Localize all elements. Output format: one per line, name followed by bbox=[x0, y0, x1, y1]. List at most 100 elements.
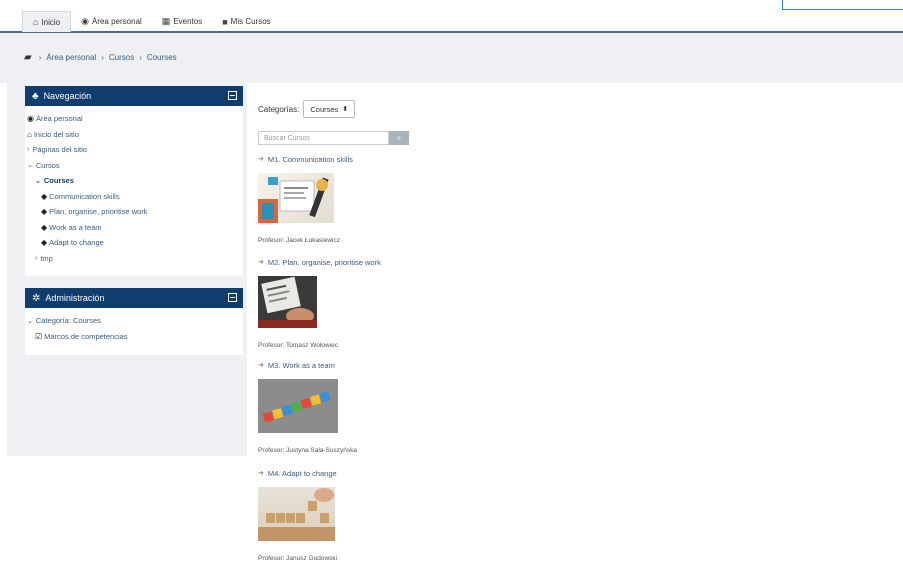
nav-tree-item-tmp[interactable]: › tmp bbox=[27, 251, 243, 267]
breadcrumb-separator: › bbox=[38, 53, 42, 62]
chevron-down-icon: ⌄ bbox=[27, 162, 33, 170]
nav-tree-item-inicio-del-sitio[interactable]: ⌂ Inicio del sitio bbox=[27, 127, 243, 143]
nav-tree-item-work-as-a-team[interactable]: ◆ Work as a team bbox=[27, 220, 243, 236]
navigation-block: ♣ Navegación ◉ Área personal ⌂ Inicio de… bbox=[25, 86, 243, 276]
administration-block-header: ✲ Administración bbox=[25, 288, 243, 308]
course-title-text: M4. Adapt to change bbox=[267, 468, 337, 478]
nav-tree-label: Plan, organise, prioritise work bbox=[49, 207, 148, 217]
breadcrumb-separator: › bbox=[101, 53, 104, 62]
dashboard-icon: ◉ bbox=[81, 16, 89, 26]
nav-tree-item-cursos[interactable]: ⌄ Cursos bbox=[27, 158, 243, 174]
nav-item-inicio[interactable]: ⌂ Inicio bbox=[22, 11, 72, 32]
collapse-icon[interactable] bbox=[228, 293, 237, 302]
graduation-cap-icon: ◆ bbox=[41, 238, 48, 248]
course-arrow-icon: ➜ bbox=[258, 470, 264, 477]
graduation-cap-icon: ◆ bbox=[41, 207, 48, 217]
navigation-block-header: ♣ Navegación bbox=[25, 86, 243, 106]
course-title-text: M1. Communication skills bbox=[267, 154, 353, 164]
nav-tree-label: Courses bbox=[43, 176, 74, 186]
top-navbar: ⌂ Inicio ◉ Área personal ▦ Eventos ■ Mis… bbox=[0, 0, 903, 33]
nav-tree-label: Work as a team bbox=[49, 222, 102, 232]
page-header: ▰ › Área personal › Cursos › Courses bbox=[0, 33, 903, 83]
course-image-graphic bbox=[262, 391, 331, 423]
course-title[interactable]: ➜ M2. Plan, organise, prioritise work bbox=[258, 256, 381, 268]
dashboard-icon: ◉ bbox=[27, 114, 34, 124]
course-image-graphic bbox=[258, 177, 329, 223]
course-image[interactable] bbox=[258, 487, 335, 541]
chevron-down-icon: ⌄ bbox=[35, 177, 41, 185]
chevron-right-icon: › bbox=[27, 146, 30, 154]
navigation-tree: ◉ Área personal ⌂ Inicio del sitio › Pág… bbox=[25, 106, 243, 272]
course-teacher: Profesor: Tomasz Wołowiec bbox=[258, 342, 338, 349]
collapse-icon[interactable] bbox=[228, 91, 237, 100]
nav-item-area-personal[interactable]: ◉ Área personal bbox=[71, 12, 152, 32]
calendar-icon: ▦ bbox=[161, 16, 171, 26]
nav-tree-label: Páginas del sitio bbox=[32, 145, 87, 155]
nav-tree-item-plan-organise[interactable]: ◆ Plan, organise, prioritise work bbox=[27, 204, 243, 220]
nav-item-label: Eventos bbox=[173, 17, 203, 26]
admin-item-marcos-de-competencias[interactable]: ☑ Marcos de competencias bbox=[27, 329, 243, 345]
course-title-text: M3. Work as a team bbox=[267, 360, 335, 370]
course-search: Buscar Cursos » bbox=[258, 131, 409, 145]
graduation-cap-icon: ◆ bbox=[41, 191, 48, 201]
breadcrumb-item-courses[interactable]: Courses bbox=[147, 53, 177, 62]
course-arrow-icon: ➜ bbox=[258, 362, 264, 369]
select-arrows-icon: ⬍ bbox=[342, 106, 349, 113]
chevron-down-icon: ⌄ bbox=[27, 317, 33, 325]
sitemap-icon: ♣ bbox=[32, 90, 39, 102]
course-teacher: Profesor: Jacek Łukasiewicz bbox=[258, 237, 341, 244]
breadcrumb-separator: › bbox=[139, 53, 142, 62]
chevron-right-icon: › bbox=[35, 254, 38, 262]
nav-tree-label: Área personal bbox=[35, 114, 83, 124]
course-teacher: Profesor: Janusz Gudowski bbox=[258, 555, 338, 562]
admin-item-categoria[interactable]: ⌄ Categoría: Courses bbox=[27, 313, 243, 329]
course-item-m3: ➜ M3. Work as a team Profesor: Justyna S… bbox=[258, 359, 357, 454]
category-select[interactable]: Courses ⬍ bbox=[303, 100, 356, 118]
folder-icon[interactable]: ▰ bbox=[24, 52, 32, 63]
nav-item-label: Inicio bbox=[41, 17, 61, 27]
category-select-value: Courses bbox=[310, 104, 339, 114]
nav-item-mis-cursos[interactable]: ■ Mis Cursos bbox=[212, 12, 280, 32]
nav-tree-item-area-personal[interactable]: ◉ Área personal bbox=[27, 111, 243, 127]
nav-tree-item-paginas-del-sitio[interactable]: › Páginas del sitio bbox=[27, 142, 243, 158]
home-icon: ⌂ bbox=[27, 129, 32, 139]
course-item-m1: ➜ M1. Communication skills Profesor: Jac… bbox=[258, 153, 353, 244]
checkbox-icon: ☑ bbox=[35, 331, 43, 341]
breadcrumb-item-area-personal[interactable]: Área personal bbox=[46, 53, 96, 62]
nav-tree-label: Adapt to change bbox=[49, 238, 104, 248]
graduation-cap-icon: ◆ bbox=[41, 222, 48, 232]
course-title[interactable]: ➜ M4. Adapt to change bbox=[258, 467, 337, 479]
nav-item-label: Área personal bbox=[91, 17, 142, 26]
nav-tree-label: Cursos bbox=[35, 160, 60, 170]
nav-tree-label: tmp bbox=[40, 253, 53, 263]
course-search-input[interactable]: Buscar Cursos bbox=[258, 131, 389, 145]
gears-icon: ✲ bbox=[32, 292, 41, 304]
category-label: Categorías: bbox=[258, 104, 300, 114]
administration-block-title: Administración bbox=[45, 293, 105, 303]
course-image[interactable] bbox=[258, 379, 338, 433]
search-go-button[interactable]: » bbox=[389, 131, 409, 145]
course-image[interactable] bbox=[258, 173, 334, 223]
course-title[interactable]: ➜ M3. Work as a team bbox=[258, 359, 357, 371]
breadcrumb: ▰ › Área personal › Cursos › Courses bbox=[24, 52, 177, 63]
briefcase-icon: ■ bbox=[222, 16, 228, 27]
home-icon: ⌂ bbox=[33, 17, 39, 27]
navigation-block-title: Navegación bbox=[43, 91, 92, 101]
nav-item-eventos[interactable]: ▦ Eventos bbox=[152, 12, 212, 32]
breadcrumb-item-cursos[interactable]: Cursos bbox=[109, 53, 134, 62]
course-arrow-icon: ➜ bbox=[258, 259, 264, 266]
administration-block: ✲ Administración ⌄ Categoría: Courses ☑ … bbox=[25, 288, 243, 355]
course-item-m2: ➜ M2. Plan, organise, prioritise work Pr… bbox=[258, 256, 381, 349]
nav-tree-item-communication-skills[interactable]: ◆ Communication skills bbox=[27, 189, 243, 205]
course-title-text: M2. Plan, organise, prioritise work bbox=[267, 257, 381, 267]
nav-tree-item-courses[interactable]: ⌄ Courses bbox=[27, 173, 243, 189]
nav-tree-label: Communication skills bbox=[49, 191, 120, 201]
nav-item-label: Mis Cursos bbox=[230, 17, 271, 26]
nav-tree-item-adapt-to-change[interactable]: ◆ Adapt to change bbox=[27, 235, 243, 251]
course-item-m4: ➜ M4. Adapt to change Profesor: Janusz G… bbox=[258, 467, 337, 562]
course-title[interactable]: ➜ M1. Communication skills bbox=[258, 153, 353, 165]
course-image[interactable] bbox=[258, 276, 317, 328]
navbar-corner-decoration bbox=[782, 0, 903, 10]
nav-tree-label: Inicio del sitio bbox=[33, 129, 79, 139]
left-sidebar: ♣ Navegación ◉ Área personal ⌂ Inicio de… bbox=[7, 83, 247, 456]
